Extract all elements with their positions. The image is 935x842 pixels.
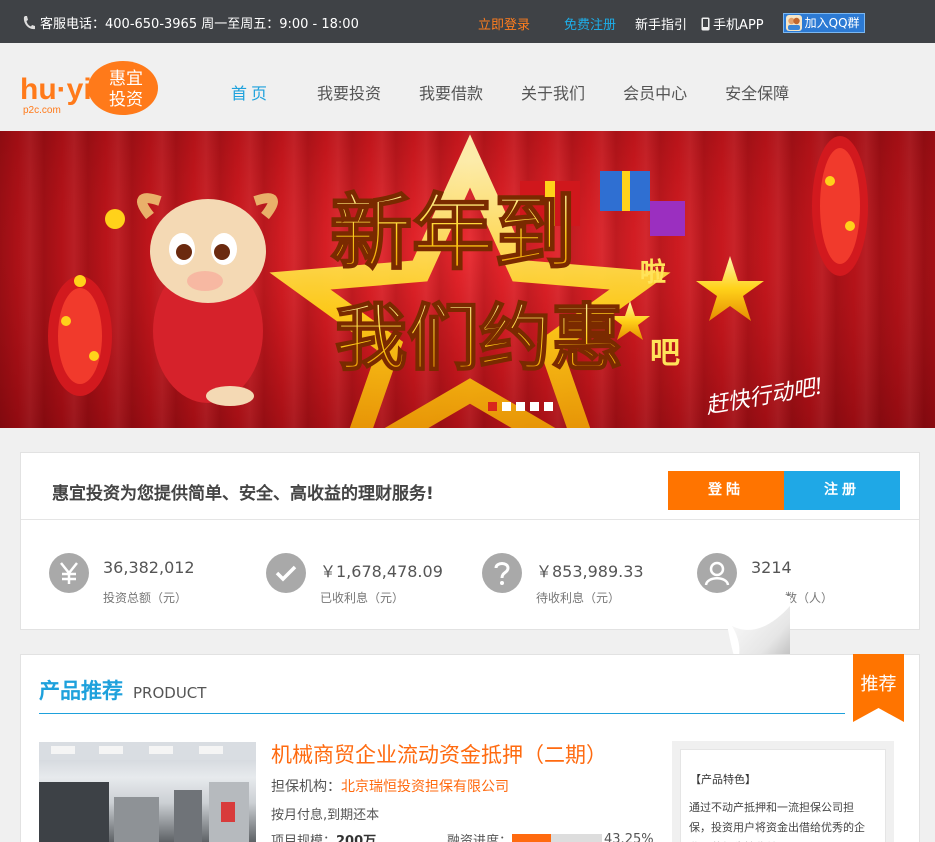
main-nav: 首页 我要投资 我要借款 关于我们 会员中心 安全保障 <box>214 80 827 104</box>
user-icon <box>697 553 737 593</box>
top-bar: 客服电话：400-650-3965 周一至周五：9:00 - 18:00 立即登… <box>0 0 935 43</box>
hero-banner[interactable]: 新年到 啦 我们约惠 吧 赶快行动吧! <box>0 131 935 428</box>
banner-headline-1-suffix: 啦 <box>640 257 666 288</box>
product-name[interactable]: 机械商贸企业流动资金抵押（二期） <box>271 739 607 769</box>
qq-group-button[interactable]: 加入QQ群 <box>782 12 865 33</box>
product-feature-box: 【产品特色】 通过不动产抵押和一流担保公司担保，投资用户将资金出借给优秀的企业，… <box>672 741 894 842</box>
qq-group-label: 加入QQ群 <box>804 16 860 30</box>
nav-home[interactable]: 首页 <box>231 80 271 104</box>
firecracker-right-icon <box>812 136 868 276</box>
guide-link[interactable]: 新手指引 <box>635 14 687 33</box>
logo-hu: hu·yi <box>20 73 92 106</box>
stat-label: 数（人） <box>785 591 834 605</box>
firecracker-left-icon <box>48 275 112 396</box>
qq-icon <box>785 14 802 31</box>
nav-invest[interactable]: 我要投资 <box>317 80 381 104</box>
carousel-dot[interactable] <box>544 402 553 411</box>
banner-headline-2-suffix: 吧 <box>650 336 680 371</box>
guarantor-label: 担保机构： <box>271 779 341 795</box>
progress-percent: 43.25% <box>604 832 654 842</box>
progress-bar <box>512 833 603 842</box>
nav-borrow[interactable]: 我要借款 <box>419 80 483 104</box>
mobile-app-link[interactable]: 手机APP <box>701 14 764 33</box>
repayment-method: 按月付息,到期还本 <box>271 808 380 823</box>
product-photo[interactable] <box>39 742 256 842</box>
mobile-icon <box>701 17 710 30</box>
question-icon <box>482 553 522 593</box>
feature-card: 【产品特色】 通过不动产抵押和一流担保公司担保，投资用户将资金出借给优秀的企业，… <box>680 749 886 842</box>
guarantor: 担保机构：北京瑞恒投资担保有限公司 <box>271 776 509 796</box>
product-section: 产品推荐 PRODUCT 推荐 机械商贸企业流动资金抵押（二期） 担保机构：北京… <box>20 654 920 842</box>
nav-member[interactable]: 会员中心 <box>623 80 687 104</box>
carousel-dot[interactable] <box>516 402 525 411</box>
logo-cn-2: 投资 <box>109 90 143 110</box>
logo-domain: p2c.com <box>23 105 61 116</box>
register-link[interactable]: 免费注册 <box>564 14 616 33</box>
stat-value: 36,382,012 <box>103 558 195 577</box>
carousel-dot[interactable] <box>530 402 539 411</box>
carousel-dots <box>488 402 553 411</box>
section-title-en: PRODUCT <box>133 684 207 702</box>
carousel-dot[interactable] <box>488 402 497 411</box>
carousel-dot[interactable] <box>502 402 511 411</box>
header: hu·yi p2c.com 惠宜 投资 首页 我要投资 我要借款 关于我们 会员… <box>0 43 935 131</box>
recommend-ribbon: 推荐 <box>853 654 904 722</box>
funding-progress: 融资进度： 43.25% <box>447 830 654 842</box>
project-scale: 项目规模：200万 <box>271 830 376 842</box>
office-photo <box>39 742 256 842</box>
banner-art: 新年到 啦 我们约惠 吧 赶快行动吧! <box>48 134 868 428</box>
hotline-text: 客服电话：400-650-3965 周一至周五：9:00 - 18:00 <box>40 17 359 32</box>
logo-cn-1: 惠宜 <box>109 69 143 89</box>
stat-label: 投资总额（元） <box>103 591 188 605</box>
service-slogan: 惠宜投资为您提供简单、安全、高收益的理财服务! <box>52 484 434 504</box>
progress-label: 融资进度： <box>447 834 513 842</box>
yen-icon <box>49 553 89 593</box>
top-links: 立即登录 免费注册 新手指引 手机APP 加入QQ群 <box>478 12 865 33</box>
progress-fill <box>512 833 551 842</box>
banner-headline-1: 新年到 <box>330 186 576 281</box>
banner-tagline: 赶快行动吧! <box>704 374 825 419</box>
stat-label: 待收利息（元） <box>536 591 621 605</box>
nav-security[interactable]: 安全保障 <box>725 80 789 104</box>
section-title-cn: 产品推荐 <box>39 679 123 703</box>
scale-value: 200万 <box>336 834 377 842</box>
hotline: 客服电话：400-650-3965 周一至周五：9:00 - 18:00 <box>22 13 359 32</box>
login-link[interactable]: 立即登录 <box>478 14 530 33</box>
stat-value: ￥853,989.33 <box>536 562 644 581</box>
phone-icon <box>23 15 35 29</box>
stat-value: 3214 <box>751 558 792 577</box>
guarantor-name[interactable]: 北京瑞恒投资担保有限公司 <box>341 779 509 795</box>
sheep-mascot <box>105 193 278 406</box>
scale-label: 项目规模： <box>271 834 337 842</box>
section-rule <box>39 713 845 714</box>
divider <box>21 519 919 520</box>
register-button[interactable]: 注册 <box>784 471 900 510</box>
nav-about[interactable]: 关于我们 <box>521 80 585 104</box>
feature-description: 通过不动产抵押和一流担保公司担保，投资用户将资金出借给优秀的企业，获得稳健收益！ <box>689 801 865 842</box>
login-button[interactable]: 登陆 <box>668 471 784 510</box>
feature-title: 【产品特色】 <box>690 773 756 786</box>
logo[interactable]: hu·yi p2c.com 惠宜 投资 <box>20 59 160 117</box>
section-title: 产品推荐 PRODUCT <box>39 675 206 705</box>
mobile-app-label: 手机APP <box>713 18 764 33</box>
stat-label: 已收利息（元） <box>320 591 405 605</box>
check-icon <box>266 553 306 593</box>
stat-value: ￥1,678,478.09 <box>320 562 443 581</box>
banner-headline-2: 我们约惠 <box>335 296 623 380</box>
ribbon-label: 推荐 <box>861 674 897 695</box>
